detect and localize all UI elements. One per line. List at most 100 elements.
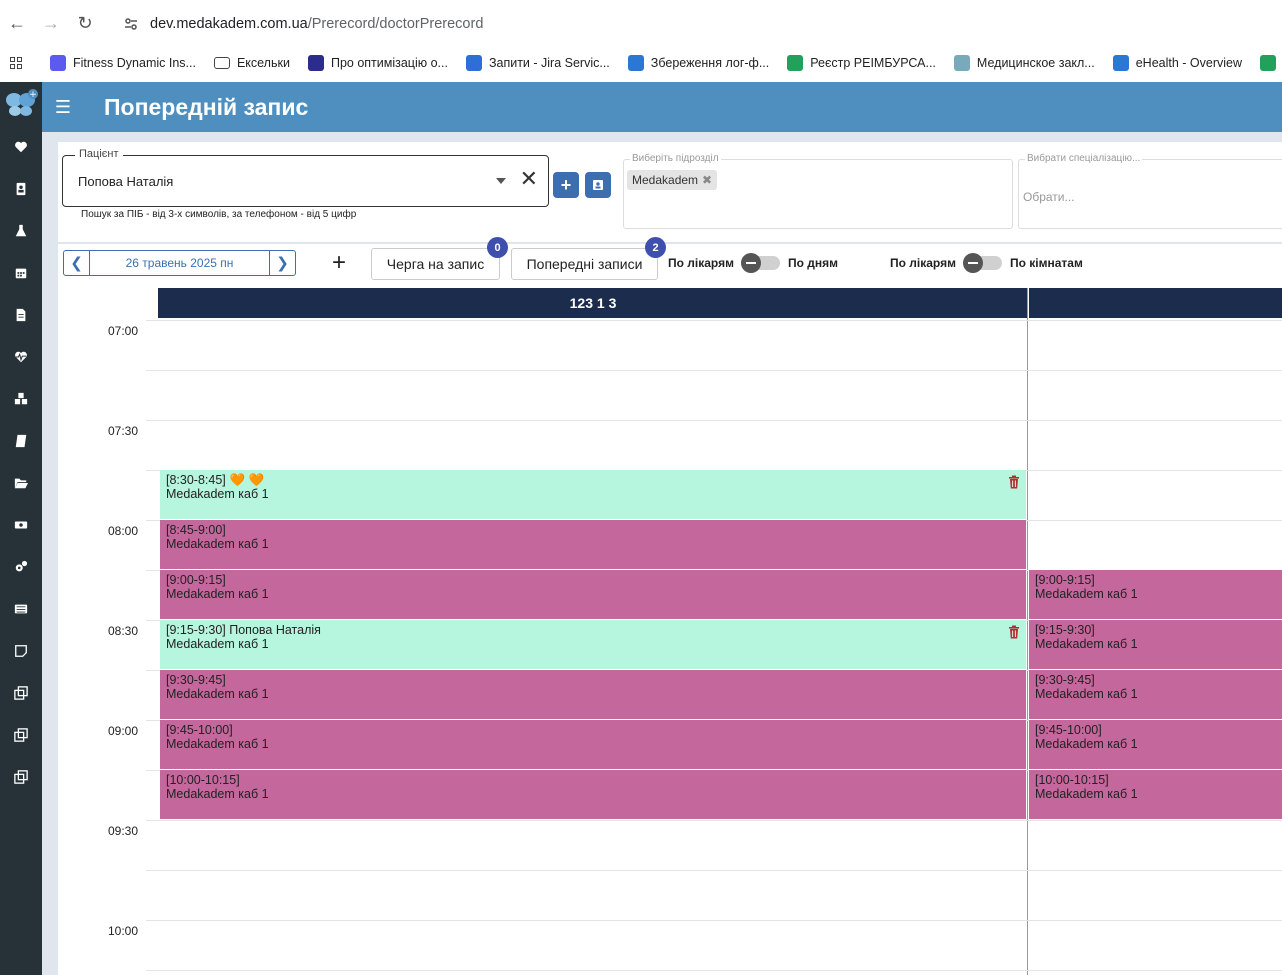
toggle2-right-label: По кімнатам <box>1009 256 1083 270</box>
bookmark-label: Fitness Dynamic Ins... <box>73 56 196 70</box>
date-picker[interactable]: 26 травень 2025 пн <box>90 251 269 275</box>
slot-time: [9:30-9:45] <box>166 673 226 687</box>
appointment-slot[interactable]: [9:15-9:30] Medakadem каб 1 <box>1029 620 1282 669</box>
caret-down-icon[interactable] <box>496 178 506 184</box>
reload-icon[interactable]: ↻ <box>68 6 102 40</box>
appointment-slot[interactable]: [8:30-8:45] 🧡 🧡 Medakadem каб 1 <box>160 470 1026 519</box>
time-label: 09:30 <box>108 824 139 838</box>
cubes-icon[interactable] <box>0 378 42 420</box>
appointment-slot[interactable]: [9:15-9:30] Попова Наталія Medakadem каб … <box>160 620 1026 669</box>
appointment-slot[interactable]: [9:45-10:00] Medakadem каб 1 <box>160 720 1026 769</box>
slot-time: [9:45-10:00] <box>166 723 233 737</box>
sheets-icon <box>787 55 804 71</box>
flask-icon[interactable] <box>0 210 42 252</box>
slot-place: Medakadem каб 1 <box>1035 737 1138 751</box>
copy-icon[interactable] <box>0 672 42 714</box>
next-day-button[interactable]: ❯ <box>269 251 295 275</box>
site-settings-icon[interactable] <box>116 9 146 39</box>
toggle-knob-icon <box>962 253 983 273</box>
trash-icon[interactable] <box>1008 475 1020 489</box>
gears-icon[interactable] <box>0 546 42 588</box>
money-icon[interactable] <box>0 504 42 546</box>
appointment-slot[interactable]: [9:30-9:45] Medakadem каб 1 <box>1029 670 1282 719</box>
patient-card-button[interactable] <box>585 172 611 198</box>
bookmark-label: Ексельки <box>236 56 290 70</box>
bookmark-item[interactable]: Ексельки <box>213 56 290 70</box>
slot-place: Medakadem каб 1 <box>166 787 269 801</box>
previous-records-button[interactable]: Попередні записи 2 <box>511 237 666 280</box>
page-header: ☰ Попередній запис <box>42 82 1282 132</box>
heart-icon: 🧡 🧡 <box>229 473 265 487</box>
bookmark-label: Реєстр РЕІМБУРСА... <box>810 56 936 70</box>
appointment-slot[interactable]: [10:00-10:15] Medakadem каб 1 <box>160 770 1026 819</box>
toggle1-left-label: По лікарям <box>668 256 734 270</box>
doctor-day-toggle[interactable] <box>740 253 780 273</box>
appointment-slot[interactable]: [9:00-9:15] Medakadem каб 1 <box>1029 570 1282 619</box>
toggle1-right-label: По дням <box>787 256 839 270</box>
document-icon[interactable] <box>0 294 42 336</box>
slot-place: Medakadem каб 1 <box>166 487 269 501</box>
book-icon[interactable] <box>0 420 42 462</box>
copy-icon[interactable] <box>0 756 42 798</box>
slot-time: [9:00-9:15] <box>166 573 226 587</box>
time-label: 08:00 <box>108 524 139 538</box>
calendar-icon[interactable] <box>0 252 42 294</box>
forward-arrow-icon[interactable]: → <box>34 6 68 40</box>
slot-place: Medakadem каб 1 <box>166 587 269 601</box>
slot-time: [8:45-9:00] <box>166 523 226 537</box>
back-arrow-icon[interactable]: ← <box>0 6 34 40</box>
app-logo[interactable]: + <box>0 82 42 126</box>
appointment-slot[interactable]: [8:45-9:00] Medakadem каб 1 <box>160 520 1026 569</box>
slot-place: Medakadem каб 1 <box>166 537 269 551</box>
bookmark-item[interactable]: Збереження лог-ф... <box>627 55 769 71</box>
slot-time: [9:45-10:00] <box>1035 723 1102 737</box>
folder-open-icon[interactable] <box>0 462 42 504</box>
url-field[interactable]: dev.medakadem.com.ua/Prerecord/doctorPre… <box>110 8 640 40</box>
contact-book-icon[interactable] <box>0 168 42 210</box>
bookmark-item[interactable]: Запити - Jira Servic... <box>465 55 610 71</box>
subdivision-select[interactable]: Виберіть підрозділ Medakadem ✖ <box>623 153 1013 229</box>
copy-icon[interactable] <box>0 714 42 756</box>
appointment-slot[interactable]: [9:30-9:45] Medakadem каб 1 <box>160 670 1026 719</box>
url-host: dev.medakadem.com.ua <box>150 16 308 32</box>
slot-place: Medakadem каб 1 <box>1035 687 1138 701</box>
slot-time: [9:15-9:30] <box>166 623 226 637</box>
bookmark-item[interactable]: Медицинское закл... <box>953 55 1095 71</box>
slot-time: [9:15-9:30] <box>1035 623 1095 637</box>
bookmark-item[interactable]: eHealth - Overview <box>1112 55 1242 71</box>
heart-icon[interactable] <box>0 126 42 168</box>
list-icon[interactable] <box>0 588 42 630</box>
add-record-button[interactable]: + <box>332 250 346 276</box>
close-icon[interactable]: ✕ <box>520 168 538 190</box>
time-label: 10:00 <box>108 924 139 938</box>
bookmark-item[interactable]: Реєстр РЕІМБУРСА... <box>787 55 936 71</box>
video-icon <box>50 55 66 71</box>
remove-chip-icon[interactable]: ✖ <box>702 173 712 187</box>
sticky-note-icon[interactable] <box>0 630 42 672</box>
appointment-slot[interactable]: [10:00-10:15] Medakadem каб 1 <box>1029 770 1282 819</box>
bookmark-item[interactable]: Про оптимізацію о... <box>307 55 448 71</box>
doctor-room-toggle[interactable] <box>962 253 1002 273</box>
bookmark-item[interactable]: Fitness Dynamic Ins... <box>50 55 196 71</box>
time-label: 07:30 <box>108 424 139 438</box>
slot-time: [9:30-9:45] <box>1035 673 1095 687</box>
slot-time: [9:00-9:15] <box>1035 573 1095 587</box>
bookmark-label: Запити - Jira Servic... <box>488 56 610 70</box>
appointment-slot[interactable]: [9:00-9:15] Medakadem каб 1 <box>160 570 1026 619</box>
trash-icon[interactable] <box>1008 625 1020 639</box>
patient-select[interactable]: Пацієнт Попова Наталія ✕ <box>62 148 549 207</box>
bookmark-item[interactable]: Відгуки п... <box>1260 55 1282 71</box>
patient-search-hint: Пошук за ПІБ - від 3-х символів, за теле… <box>81 209 357 220</box>
queue-button[interactable]: Черга на запис 0 <box>371 237 508 280</box>
heart-pulse-icon[interactable] <box>0 336 42 378</box>
slot-place: Medakadem каб 1 <box>166 737 269 751</box>
patient-value: Попова Наталія <box>78 174 174 189</box>
specialization-select[interactable]: Вибрати спеціалізацію... Обрати... <box>1018 153 1282 229</box>
menu-icon[interactable]: ☰ <box>42 97 84 118</box>
add-patient-button[interactable]: + <box>553 172 579 198</box>
apps-grid-icon[interactable] <box>10 57 22 69</box>
appointment-slot[interactable]: [9:45-10:00] Medakadem каб 1 <box>1029 720 1282 769</box>
schedule-toolbar: ❮ 26 травень 2025 пн ❯ + Черга на запис … <box>58 237 1282 284</box>
time-label: 07:00 <box>108 324 139 338</box>
prev-day-button[interactable]: ❮ <box>64 251 90 275</box>
